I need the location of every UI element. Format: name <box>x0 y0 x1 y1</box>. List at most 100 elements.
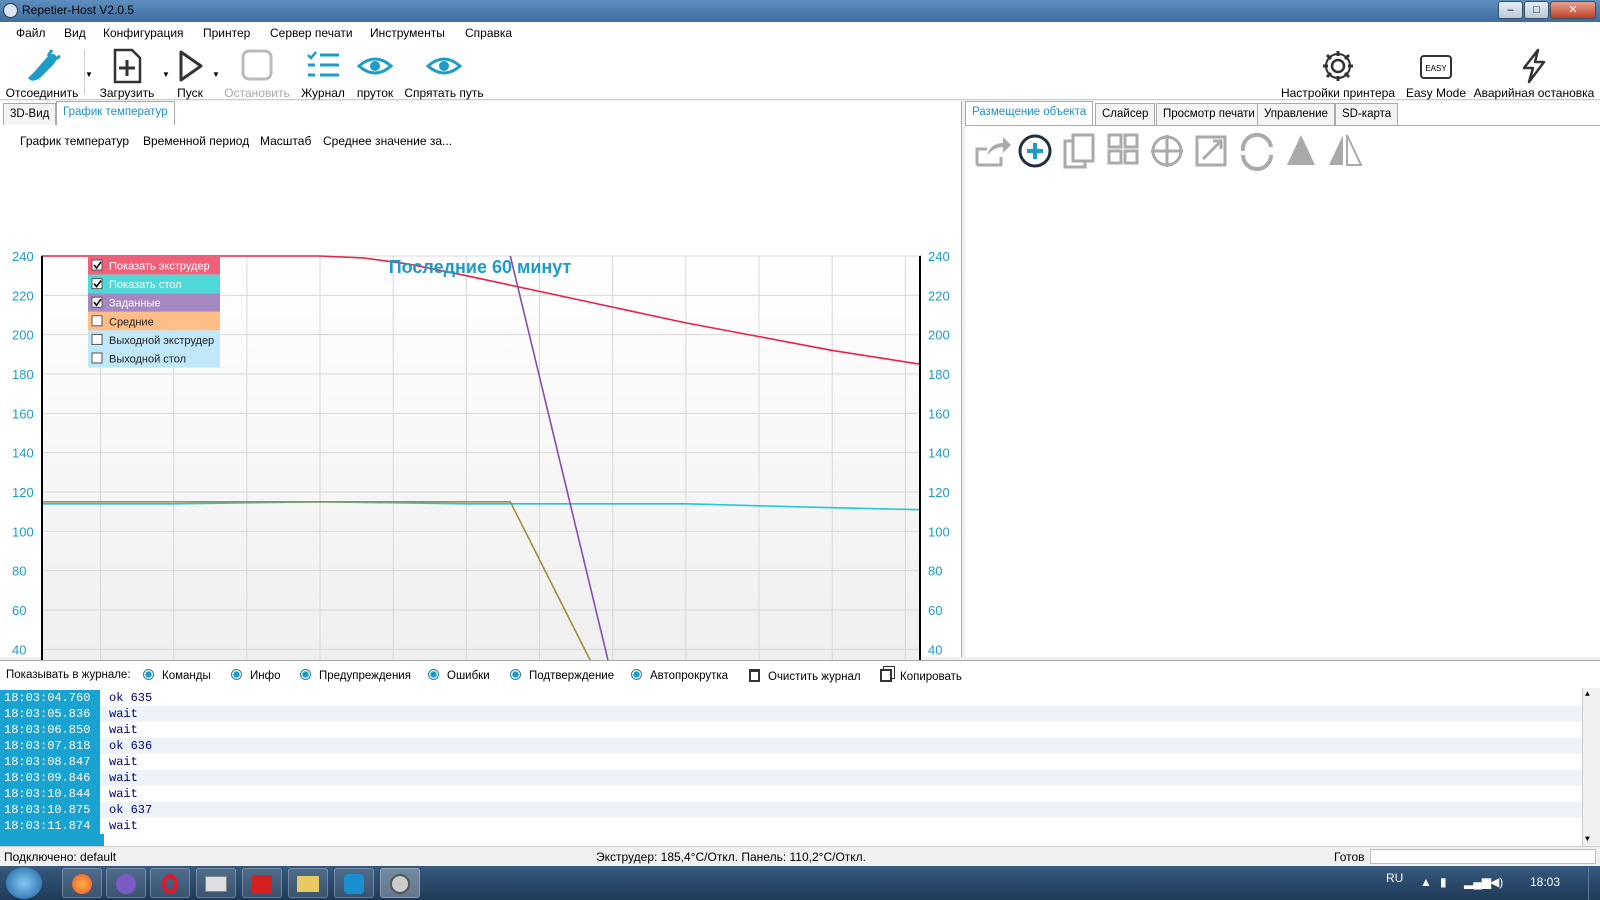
chart-menu-average[interactable]: Среднее значение за... <box>323 134 452 148</box>
show-desktop-button[interactable] <box>1588 866 1600 900</box>
copy-icon <box>880 669 892 682</box>
load-dropdown-icon[interactable]: ▼ <box>162 70 170 79</box>
log-time: 18:03:08.847 <box>0 754 100 770</box>
mirror-icon[interactable] <box>1329 134 1363 166</box>
legend-item[interactable]: Средние <box>88 311 220 331</box>
network-icon[interactable]: ▮ <box>1440 875 1447 889</box>
log-options-bar: Показывать в журнале: Команды Инфо Преду… <box>0 660 1600 688</box>
clear-log-label: Очистить журнал <box>768 671 861 683</box>
start-dropdown-icon[interactable]: ▼ <box>212 70 220 79</box>
menu-file[interactable]: Файл <box>16 26 46 40</box>
cut-icon[interactable] <box>1287 135 1315 165</box>
y-tick-label-left: 200 <box>12 328 34 343</box>
rotate-icon[interactable] <box>1240 132 1273 171</box>
menu-view[interactable]: Вид <box>64 26 86 40</box>
tab-3d-view[interactable]: 3D-Вид <box>3 103 57 125</box>
y-tick-label-left: 240 <box>12 249 34 264</box>
add-object-icon[interactable] <box>1018 134 1052 168</box>
log-ack-toggle[interactable]: Подтверждение <box>510 669 614 682</box>
chart-menu-graph[interactable]: График температур <box>20 134 129 148</box>
easy-mode-button[interactable]: EASY Easy Mode <box>1404 44 1468 100</box>
scale-icon[interactable] <box>1195 135 1227 167</box>
center-icon[interactable] <box>1151 135 1183 167</box>
signal-icon[interactable]: ▂▄▆ <box>1464 875 1491 889</box>
language-indicator[interactable]: RU <box>1386 871 1403 885</box>
clear-log-button[interactable]: Очистить журнал <box>749 669 861 683</box>
tab-sd-card[interactable]: SD-карта <box>1335 103 1399 125</box>
volume-icon[interactable]: ◀) <box>1490 875 1503 889</box>
scroll-down-icon[interactable]: ▼ <box>1585 835 1590 844</box>
cura-task-icon[interactable] <box>334 868 374 898</box>
start-orb-icon[interactable] <box>6 867 42 899</box>
clock[interactable]: 18:03 <box>1530 875 1560 889</box>
printer-settings-button[interactable]: Настройки принтера <box>1278 44 1398 100</box>
viber-task-icon[interactable] <box>106 868 146 898</box>
firefox-task-icon[interactable] <box>62 868 102 898</box>
legend-item[interactable]: Показать стол <box>88 274 220 294</box>
copy-icon[interactable] <box>1063 133 1095 169</box>
log-warnings-toggle[interactable]: Предупреждения <box>300 669 411 682</box>
eye-icon <box>357 57 393 75</box>
log-errors-toggle[interactable]: Ошибки <box>428 669 490 682</box>
chart-title: Последние 60 минут <box>389 257 572 277</box>
log-info-toggle[interactable]: Инфо <box>231 669 280 682</box>
app-icon <box>3 3 18 18</box>
play-icon <box>179 50 203 82</box>
right-panel: Размещение объекта Слайсер Просмотр печа… <box>965 101 1600 657</box>
filament-button[interactable]: пруток <box>352 44 398 100</box>
chart-menu-period[interactable]: Временной период <box>143 134 249 148</box>
log-scrollbar[interactable]: ▲ ▼ <box>1582 688 1600 846</box>
menu-help[interactable]: Справка <box>465 26 512 40</box>
start-button[interactable]: Пуск <box>172 44 208 100</box>
opera-task-icon[interactable] <box>150 868 190 898</box>
legend-item[interactable]: Выходной стол <box>88 349 220 368</box>
log-commands-label: Команды <box>162 670 211 682</box>
tab-manual-control[interactable]: Управление <box>1257 103 1335 125</box>
menu-config[interactable]: Конфигурация <box>103 26 184 40</box>
tab-temperature-chart[interactable]: График температур <box>56 101 175 125</box>
log-autoscroll-label: Автопрокрутка <box>650 670 729 682</box>
menu-printer[interactable]: Принтер <box>203 26 250 40</box>
sketchup-task-icon[interactable] <box>242 868 282 898</box>
repetier-task-icon[interactable] <box>380 868 420 898</box>
share-icon[interactable] <box>975 137 1011 167</box>
autoposition-icon[interactable] <box>1107 133 1139 165</box>
log-commands-toggle[interactable]: Команды <box>143 669 211 682</box>
log-time: 18:03:06.850 <box>0 722 100 738</box>
chart-menu-scale[interactable]: Масштаб <box>260 134 311 148</box>
y-tick-label-right: 40 <box>928 642 942 657</box>
file-explorer-task-icon[interactable] <box>288 868 328 898</box>
maximize-button[interactable]: □ <box>1524 1 1549 19</box>
menu-print-server[interactable]: Сервер печати <box>270 26 353 40</box>
load-button[interactable]: Загрузить <box>96 44 158 100</box>
log-row: 18:03:08.847 wait <box>0 754 1582 770</box>
disconnect-button[interactable]: Отсоединить <box>4 44 80 100</box>
legend-item[interactable]: Выходной экструдер <box>88 330 220 349</box>
y-tick-label-left: 60 <box>12 603 26 618</box>
legend-item[interactable]: Заданные <box>88 293 220 312</box>
copy-log-button[interactable]: Копировать <box>880 669 962 683</box>
tray-expand-icon[interactable]: ▲ <box>1420 875 1432 889</box>
disconnect-dropdown-icon[interactable]: ▼ <box>85 70 93 79</box>
scroll-up-icon[interactable]: ▲ <box>1585 690 1590 699</box>
hide-path-button[interactable]: Спрятать путь <box>404 44 484 100</box>
log-autoscroll-toggle[interactable]: Автопрокрутка <box>631 669 728 682</box>
menu-tools[interactable]: Инструменты <box>370 26 445 40</box>
tab-print-preview[interactable]: Просмотр печати <box>1156 103 1262 125</box>
emergency-stop-button[interactable]: Аварийная остановка <box>1472 44 1596 100</box>
log-button[interactable]: Журнал <box>298 44 348 100</box>
connection-status: Подключено: default <box>4 850 117 864</box>
close-button[interactable]: ✕ <box>1550 1 1596 19</box>
stop-button[interactable]: Остановить <box>222 44 292 100</box>
tab-object-placement[interactable]: Размещение объекта <box>965 101 1094 125</box>
y-tick-label-right: 60 <box>928 603 942 618</box>
legend-item[interactable]: Показать экструдер <box>88 256 220 275</box>
explorer-window-task-icon[interactable] <box>196 868 236 898</box>
minimize-button[interactable]: – <box>1498 1 1523 19</box>
tab-slicer[interactable]: Слайсер <box>1095 103 1156 125</box>
log-warnings-label: Предупреждения <box>319 670 411 682</box>
legend-label: Выходной стол <box>109 354 186 366</box>
start-label: Пуск <box>177 86 203 100</box>
y-tick-label-left: 220 <box>12 288 34 303</box>
y-tick-label-left: 160 <box>12 406 34 421</box>
